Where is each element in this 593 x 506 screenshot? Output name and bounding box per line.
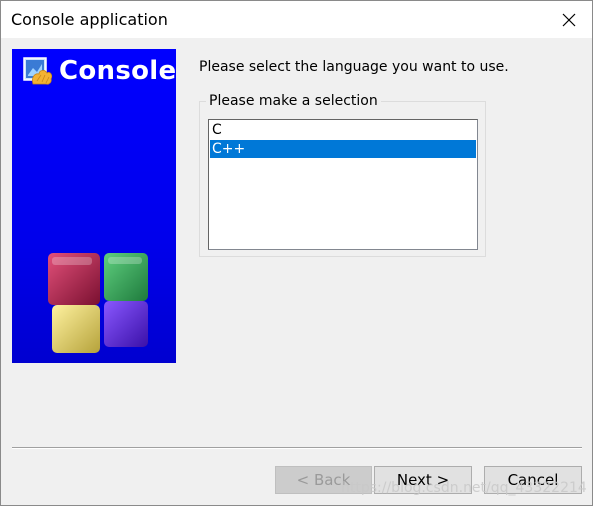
selection-prompt: Please select the language you want to u… (199, 59, 509, 75)
close-icon (562, 13, 576, 26)
footer-separator (12, 447, 582, 449)
window-title: Console application (11, 10, 168, 29)
cancel-button[interactable]: Cancel (484, 466, 582, 494)
language-option-c[interactable]: C (210, 121, 476, 139)
close-button[interactable] (546, 1, 592, 38)
groupbox-label: Please make a selection (206, 93, 381, 109)
next-button[interactable]: Next > (374, 466, 472, 494)
language-listbox[interactable]: C C++ (208, 119, 478, 250)
console-logo-icon (23, 57, 53, 85)
language-option-cpp[interactable]: C++ (210, 140, 476, 158)
back-button[interactable]: < Back (275, 466, 372, 494)
banner-title: Console (59, 56, 176, 86)
wizard-banner: Console (12, 49, 176, 363)
title-bar[interactable]: Console application (1, 1, 592, 38)
codeblocks-cubes-icon (48, 253, 148, 353)
wizard-window: Console application Console Please selec… (0, 0, 593, 506)
